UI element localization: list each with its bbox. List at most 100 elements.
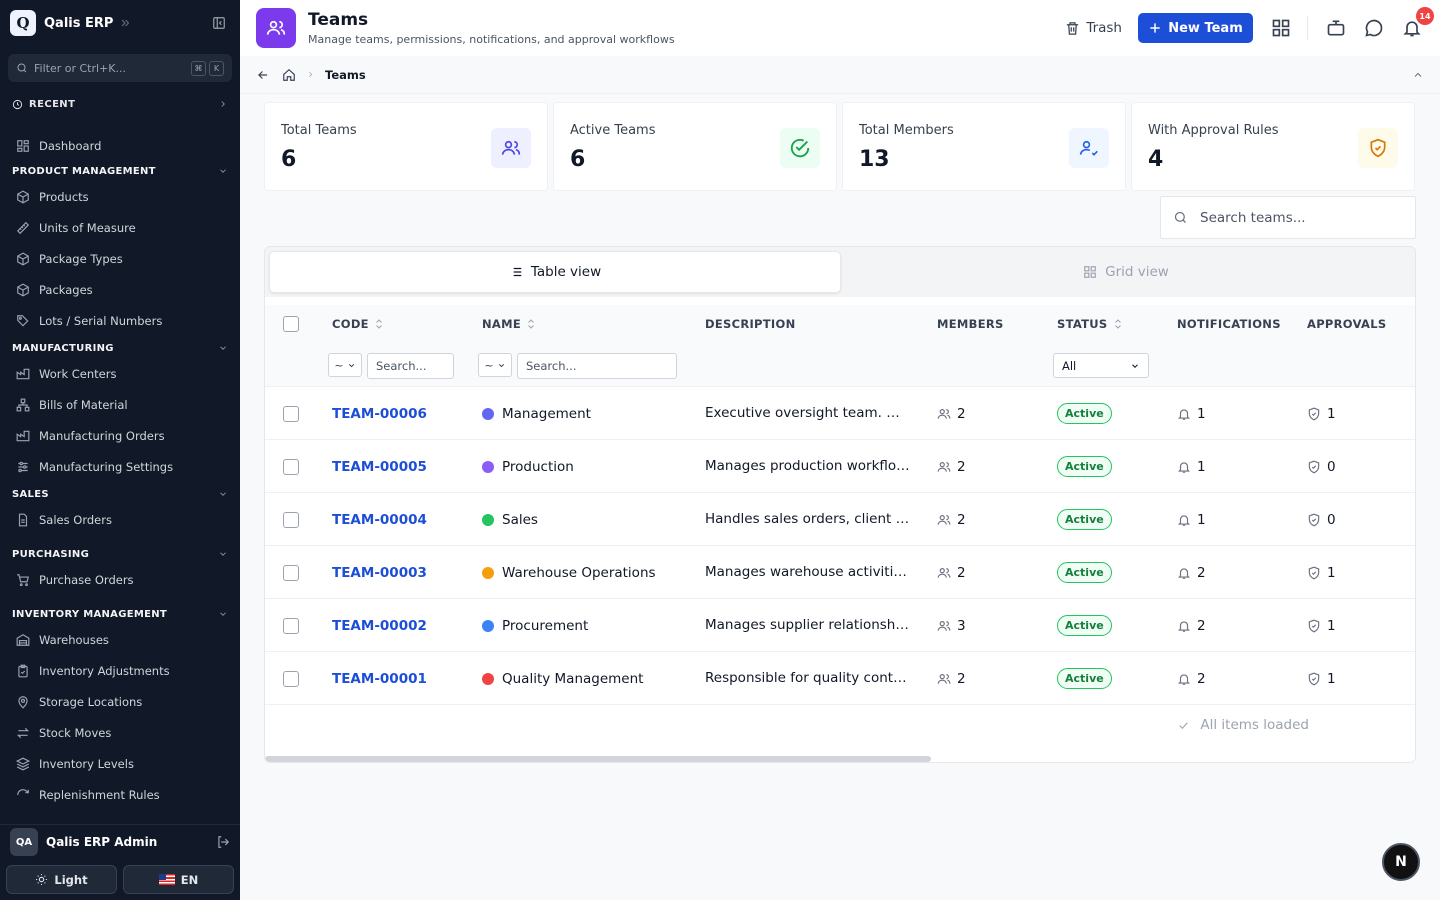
section-purchasing[interactable]: PURCHASING [0,544,240,564]
row-checkbox[interactable] [283,599,299,652]
section-title: MANUFACTURING [12,342,114,354]
sidebar-item-package-types[interactable]: Package Types [0,243,240,274]
sidebar-item-sales-orders[interactable]: Sales Orders [0,504,240,535]
sidebar-item-inventory-adjustments[interactable]: Inventory Adjustments [0,655,240,686]
row-checkbox[interactable] [283,493,299,546]
row-checkbox[interactable] [283,652,299,705]
column-header-status[interactable]: STATUS [1057,305,1124,343]
team-description: Manages supplier relationships and purch… [705,617,910,633]
bell-icon[interactable]: 14 [1402,7,1434,38]
sidebar-item-bills-of-material[interactable]: Bills of Material [0,389,240,420]
chevron-up-icon[interactable] [1412,69,1424,81]
column-header-notifications: NOTIFICATIONS [1177,305,1281,343]
table-row[interactable]: TEAM-00003 Warehouse Operations Manages … [265,546,1415,599]
sort-icon[interactable] [1112,318,1124,330]
recent-section[interactable]: RECENT [0,94,240,114]
chevron-down-icon [218,609,228,619]
sidebar-item-stock-moves[interactable]: Stock Moves [0,717,240,748]
approvals-count: 1 [1327,405,1336,422]
back-arrow-icon[interactable] [256,68,270,82]
name-filter-operator[interactable]: ~ [478,353,512,377]
section-sales[interactable]: SALES [0,484,240,504]
home-icon[interactable] [282,68,296,82]
stat-label: With Approval Rules [1148,123,1279,138]
team-code-link[interactable]: TEAM-00005 [332,459,427,475]
operator-label: ~ [334,358,344,372]
table-row[interactable]: TEAM-00001 Quality Management Responsibl… [265,652,1415,705]
check-icon [1177,719,1190,732]
bot-icon[interactable] [1326,18,1346,38]
sidebar-item-label: Manufacturing Settings [39,459,174,474]
trash-button[interactable]: Trash [1065,20,1122,36]
language-button[interactable]: EN [123,865,234,894]
team-code-link[interactable]: TEAM-00001 [332,671,427,687]
approvals-count: 1 [1327,617,1336,634]
sidebar-collapse-icon[interactable] [212,16,226,30]
sidebar-item-manufacturing-orders[interactable]: Manufacturing Orders [0,420,240,451]
column-header-description: DESCRIPTION [705,305,796,343]
sort-icon[interactable] [525,318,537,330]
sidebar-item-packages[interactable]: Packages [0,274,240,305]
members-count: 3 [957,617,966,634]
row-checkbox[interactable] [283,387,299,440]
sidebar-item-replenishment-rules[interactable]: Replenishment Rules [0,779,240,810]
row-checkbox[interactable] [283,546,299,599]
table-row[interactable]: TEAM-00006 Management Executive oversigh… [265,387,1415,440]
column-header-code[interactable]: CODE [332,305,385,343]
theme-toggle-button[interactable]: Light [6,865,117,894]
team-code-link[interactable]: TEAM-00006 [332,406,427,422]
table-row[interactable]: TEAM-00004 Sales Handles sales orders, c… [265,493,1415,546]
table-row[interactable]: TEAM-00002 Procurement Manages supplier … [265,599,1415,652]
row-checkbox[interactable] [283,440,299,493]
sidebar-item-warehouses[interactable]: Warehouses [0,624,240,655]
tab-label: Grid view [1105,264,1169,280]
clock-icon [12,99,23,110]
users-icon [256,8,296,48]
section-inventory-management[interactable]: INVENTORY MANAGEMENT [0,604,240,624]
sidebar-item-manufacturing-settings[interactable]: Manufacturing Settings [0,451,240,482]
team-name: Quality Management [502,670,644,687]
chevrons-right-icon[interactable] [119,17,131,29]
new-team-button[interactable]: New Team [1138,13,1253,43]
check-circle-icon [780,128,820,168]
chat-icon[interactable] [1364,18,1384,38]
tab-grid-view[interactable]: Grid view [841,251,1411,293]
grid-apps-icon[interactable] [1271,18,1291,38]
sidebar-item-lots-serial-numbers[interactable]: Lots / Serial Numbers [0,305,240,336]
status-filter-select[interactable]: All [1053,353,1149,378]
sidebar-item-units-of-measure[interactable]: Units of Measure [0,212,240,243]
sidebar: Q Qalis ERP Filter or Ctrl+K... ⌘ K RECE… [0,0,240,900]
horizontal-scrollbar[interactable] [265,756,931,762]
app-name[interactable]: Qalis ERP [44,16,113,31]
sidebar-item-label: Stock Moves [39,725,112,740]
column-header-name[interactable]: NAME [482,305,537,343]
app-logo[interactable]: Q [10,10,36,36]
sidebar-item-dashboard[interactable]: Dashboard [0,130,240,161]
code-filter-input[interactable]: Search... [367,353,454,379]
page-header: Teams Manage teams, permissions, notific… [240,0,1440,56]
chevron-down-icon [497,361,506,370]
user-profile[interactable]: QA Qalis ERP Admin [0,825,240,859]
tab-table-view[interactable]: Table view [269,251,841,293]
sidebar-item-purchase-orders[interactable]: Purchase Orders [0,564,240,595]
sidebar-item-products[interactable]: Products [0,181,240,212]
sidebar-filter-input[interactable]: Filter or Ctrl+K... ⌘ K [8,54,232,82]
select-all-checkbox[interactable] [283,305,299,343]
sidebar-item-work-centers[interactable]: Work Centers [0,358,240,389]
team-code-link[interactable]: TEAM-00004 [332,512,427,528]
table-row[interactable]: TEAM-00005 Production Manages production… [265,440,1415,493]
search-teams-input[interactable]: Search teams... [1160,196,1416,239]
team-code-link[interactable]: TEAM-00003 [332,565,427,581]
sort-icon[interactable] [373,318,385,330]
sidebar-item-inventory-levels[interactable]: Inventory Levels [0,748,240,779]
code-filter-operator[interactable]: ~ [328,353,362,377]
sidebar-item-storage-locations[interactable]: Storage Locations [0,686,240,717]
logout-icon[interactable] [216,835,230,849]
section-manufacturing[interactable]: MANUFACTURING [0,338,240,358]
users-icon [937,672,951,686]
section-product-management[interactable]: PRODUCT MANAGEMENT [0,161,240,181]
name-filter-input[interactable]: Search... [517,353,677,379]
stat-card-approval-rules: With Approval Rules 4 [1131,102,1415,191]
floating-n-button[interactable]: N [1382,843,1420,881]
team-code-link[interactable]: TEAM-00002 [332,618,427,634]
